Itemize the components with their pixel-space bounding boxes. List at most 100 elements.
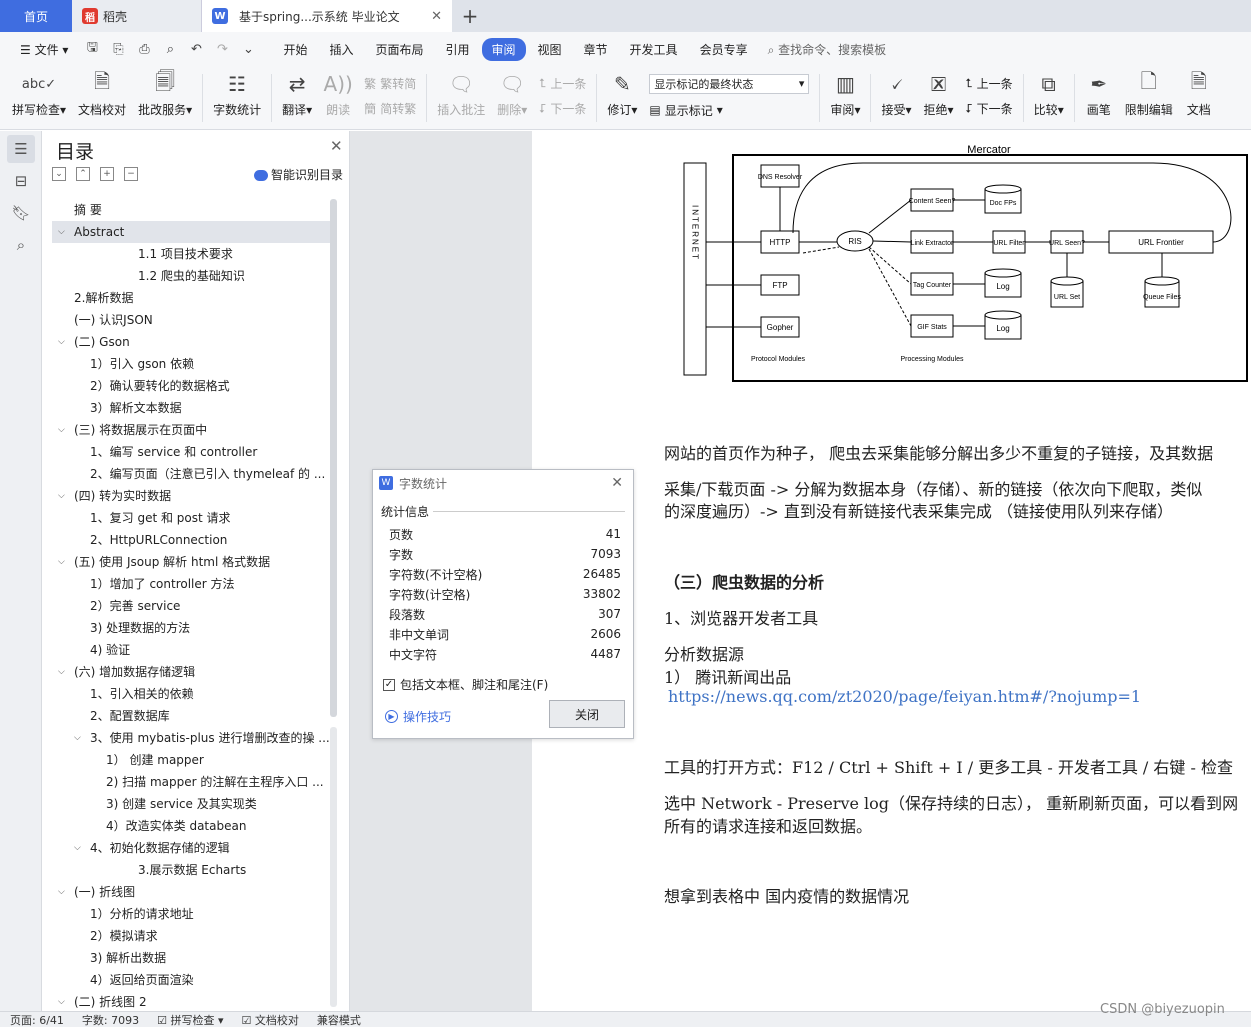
toc-item[interactable]: 2、HttpURLConnection <box>52 529 330 551</box>
toc-item[interactable]: ⌵ (五) 使用 Jsoup 解析 html 格式数据 <box>52 551 330 573</box>
proofread-status[interactable]: ☑ 文档校对 <box>242 1012 299 1027</box>
toc-item[interactable]: 4) 验证 <box>52 639 330 661</box>
chevron-down-icon[interactable]: ⌄ <box>239 40 257 58</box>
collapse-all-icon[interactable]: ⌃ <box>76 167 90 181</box>
reject-button[interactable]: 🗷 拒绝▾ <box>918 66 960 126</box>
toc-item[interactable]: 4）改造实体类 databean <box>52 815 330 837</box>
spell-check-status[interactable]: ☑ 拼写检查 ▾ <box>157 1012 223 1027</box>
add-heading-icon[interactable]: + <box>100 167 114 181</box>
correction-service-button[interactable]: 🗐 批改服务▾ <box>132 66 198 126</box>
traditional-to-simplified-button[interactable]: 繁繁转简 <box>364 75 416 92</box>
menu-insert[interactable]: 插入 <box>319 38 363 61</box>
spell-check-button[interactable]: abc✓ 拼写检查▾ <box>6 66 72 126</box>
chevron-down-icon[interactable]: ⌵ <box>58 221 65 243</box>
toc-item[interactable]: 1、编写 service 和 controller <box>52 441 330 463</box>
markup-state-select[interactable]: 显示标记的最终状态 ▾ <box>649 73 810 94</box>
smart-toc-button[interactable]: 智能识别目录 <box>254 166 343 183</box>
search-icon[interactable]: ⌕ <box>7 231 35 259</box>
menu-view[interactable]: 视图 <box>528 38 572 61</box>
close-icon[interactable]: ✕ <box>330 137 343 155</box>
doc-link-url[interactable]: https://news.qq.com/zt2020/page/feiyan.h… <box>668 687 1141 706</box>
menu-section[interactable]: 章节 <box>574 38 618 61</box>
accept-button[interactable]: 🗸 接受▾ <box>875 66 917 126</box>
tab-document[interactable]: W 基于spring...示系统 毕业论文 ✕ <box>202 0 452 32</box>
chevron-down-icon[interactable]: ⌵ <box>74 837 81 859</box>
undo-icon[interactable]: ↶ <box>187 40 205 58</box>
new-tab-button[interactable]: + <box>452 0 488 32</box>
toc-item[interactable]: ⌵ (四) 转为实时数据 <box>52 485 330 507</box>
toc-item[interactable]: 摘 要 <box>52 199 330 221</box>
pen-button[interactable]: ✒ 画笔 <box>1079 66 1119 126</box>
delete-comment-button[interactable]: 🗨 删除▾ <box>491 66 533 126</box>
page-indicator[interactable]: 页面: 6/41 <box>10 1012 64 1027</box>
toc-item[interactable]: 1.2 爬虫的基础知识 <box>52 265 330 287</box>
toc-item[interactable]: 1.1 项目技术要求 <box>52 243 330 265</box>
toc-item[interactable]: 1、引入相关的依赖 <box>52 683 330 705</box>
print-icon[interactable]: ⎙ <box>135 40 153 58</box>
toc-scrollbar[interactable] <box>330 199 337 717</box>
translate-button[interactable]: ⇄ 翻译▾ <box>276 66 318 126</box>
chevron-down-icon[interactable]: ⌵ <box>58 419 65 441</box>
export-icon[interactable]: ⎘ <box>109 40 127 58</box>
compare-button[interactable]: ⧉ 比较▾ <box>1028 66 1070 126</box>
chevron-down-icon[interactable]: ⌵ <box>58 551 65 573</box>
prev-comment-button[interactable]: ⮤ 上一条 <box>539 75 586 92</box>
toc-item[interactable]: 2）确认要转化的数据格式 <box>52 375 330 397</box>
toc-item[interactable]: 3.展示数据 Echarts <box>52 859 330 881</box>
menu-review[interactable]: 审阅 <box>481 37 526 61</box>
chevron-down-icon[interactable]: ⌵ <box>58 881 65 903</box>
next-comment-button[interactable]: ⮦ 下一条 <box>539 100 586 117</box>
chevron-down-icon[interactable]: ⌵ <box>58 661 65 683</box>
toc-item[interactable]: 1）增加了 controller 方法 <box>52 573 330 595</box>
toc-item[interactable]: 1）分析的请求地址 <box>52 903 330 925</box>
close-icon[interactable]: ✕ <box>611 475 623 491</box>
simplified-to-traditional-button[interactable]: 簡简转繁 <box>364 100 416 117</box>
toc-item[interactable]: 3）解析文本数据 <box>52 397 330 419</box>
restrict-editing-button[interactable]: 🗋 限制编辑 <box>1119 66 1179 126</box>
tips-link[interactable]: ▶ 操作技巧 <box>385 708 451 725</box>
show-markup-button[interactable]: ▤ 显示标记 ▾ <box>649 102 809 119</box>
menu-home[interactable]: 开始 <box>273 38 317 61</box>
redo-icon[interactable]: ↷ <box>213 40 231 58</box>
toc-scroll-track[interactable] <box>330 727 337 1007</box>
toc-item[interactable]: 4）返回给页面渲染 <box>52 969 330 991</box>
toc-item[interactable]: ⌵ 3、使用 mybatis-plus 进行增删改查的操 ... <box>52 727 330 749</box>
toc-item[interactable]: 3) 创建 service 及其实现类 <box>52 793 330 815</box>
include-textbox-checkbox[interactable]: ✓ 包括文本框、脚注和尾注(F) <box>383 676 548 693</box>
word-count-button[interactable]: ☷ 字数统计 <box>207 66 267 126</box>
toc-item[interactable]: 3) 解析出数据 <box>52 947 330 969</box>
chevron-down-icon[interactable]: ⌵ <box>58 331 65 353</box>
toc-item[interactable]: ⌵ 4、初始化数据存储的逻辑 <box>52 837 330 859</box>
toc-item[interactable]: ⌵ (二) Gson <box>52 331 330 353</box>
command-search[interactable]: ⌕ 查找命令、搜索模板 <box>768 41 887 58</box>
chevron-down-icon[interactable]: ⌵ <box>58 485 65 507</box>
tab-close-icon[interactable]: ✕ <box>431 9 442 24</box>
expand-all-icon[interactable]: ⌄ <box>52 167 66 181</box>
menu-layout[interactable]: 页面布局 <box>365 38 433 61</box>
toc-item[interactable]: 2.解析数据 <box>52 287 330 309</box>
toc-item[interactable]: 2）模拟请求 <box>52 925 330 947</box>
save-icon[interactable]: 🖫 <box>83 40 101 58</box>
print-preview-icon[interactable]: ⌕ <box>161 40 179 58</box>
toc-item[interactable]: 2、配置数据库 <box>52 705 330 727</box>
toc-item[interactable]: 2、编写页面（注意已引入 thymeleaf 的 ... <box>52 463 330 485</box>
toc-item[interactable]: ⌵ (六) 增加数据存储逻辑 <box>52 661 330 683</box>
chapter-nav-icon[interactable]: ⊟ <box>7 167 35 195</box>
prev-change-button[interactable]: ⮤ 上一条 <box>966 75 1013 92</box>
bookmark-icon[interactable]: 🔖︎ <box>7 199 35 227</box>
toc-panel-icon[interactable]: ☰ <box>7 135 35 163</box>
review-pane-button[interactable]: ▥ 审阅▾ <box>824 66 866 126</box>
remove-heading-icon[interactable]: − <box>124 167 138 181</box>
toc-item[interactable]: 3) 处理数据的方法 <box>52 617 330 639</box>
toc-item[interactable]: 1、复习 get 和 post 请求 <box>52 507 330 529</box>
chevron-down-icon[interactable]: ⌵ <box>74 727 81 749</box>
tab-daoke[interactable]: 稻 稻壳 <box>72 0 202 32</box>
toc-item[interactable]: ⌵ (二) 折线图 2 <box>52 991 330 1011</box>
toc-item[interactable]: ⌵ (一) 折线图 <box>52 881 330 903</box>
menu-references[interactable]: 引用 <box>435 38 479 61</box>
insert-comment-button[interactable]: 🗨 插入批注 <box>431 66 491 126</box>
menu-developer[interactable]: 开发工具 <box>620 38 688 61</box>
word-count-indicator[interactable]: 字数: 7093 <box>82 1012 139 1027</box>
menu-member[interactable]: 会员专享 <box>690 38 758 61</box>
doc-proofread-button[interactable]: 🗎 文档校对 <box>72 66 132 126</box>
